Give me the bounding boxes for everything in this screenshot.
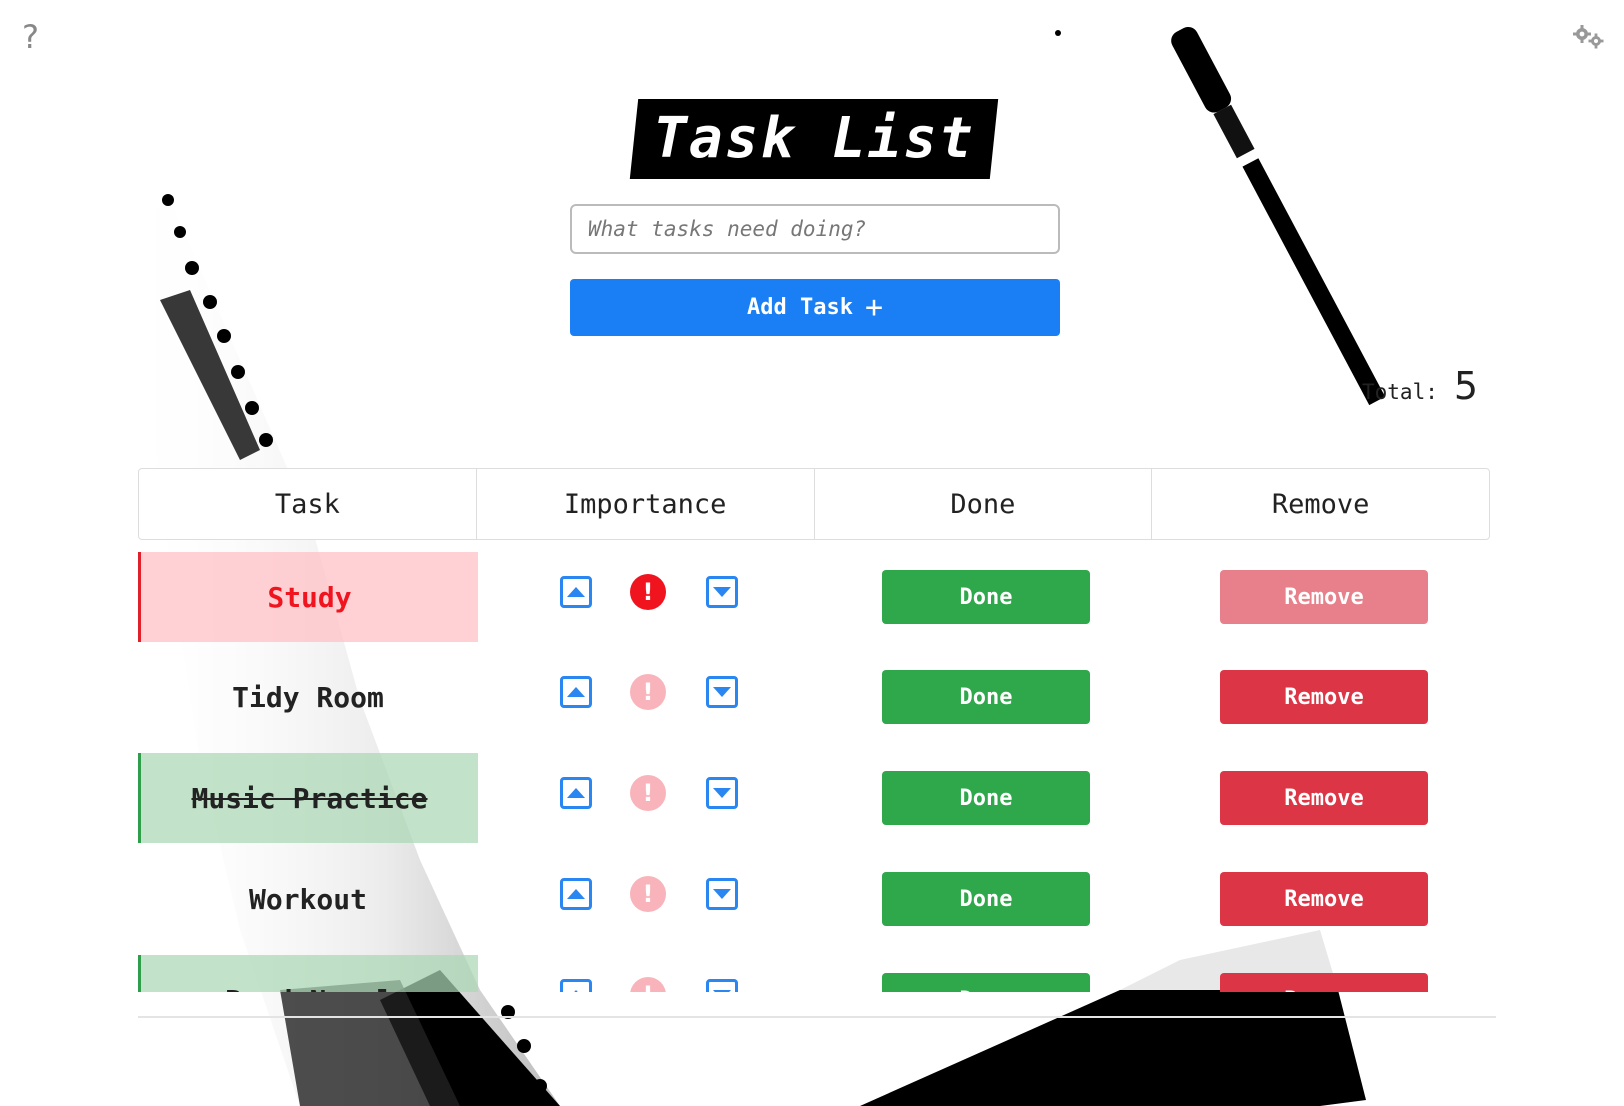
total-count: 5 [1453, 364, 1479, 408]
important-icon[interactable]: ! [630, 674, 666, 710]
raise-importance-button[interactable] [560, 878, 592, 910]
done-button[interactable]: Done [882, 872, 1090, 926]
done-button[interactable]: Done [882, 570, 1090, 624]
page-title: Task List [653, 106, 975, 171]
task-row: Music Practice ! Done Remove [138, 753, 1490, 843]
raise-importance-button[interactable] [560, 777, 592, 809]
task-row: Study ! Done Remove [138, 552, 1490, 642]
header-importance: Importance [477, 469, 815, 539]
add-task-button[interactable]: Add Task + [570, 279, 1060, 336]
done-button[interactable]: Done [882, 771, 1090, 825]
arrow-up-icon [567, 788, 585, 798]
task-total: Total: 5 [1362, 364, 1478, 408]
task-input[interactable] [570, 204, 1060, 254]
divider [138, 1016, 1496, 1018]
done-button[interactable]: Done [882, 973, 1090, 992]
add-task-label: Add Task [746, 295, 853, 320]
plus-icon: + [864, 289, 884, 325]
task-name: Read Novel [138, 955, 478, 992]
important-icon[interactable]: ! [630, 574, 666, 610]
lower-importance-button[interactable] [706, 979, 738, 992]
remove-button[interactable]: Remove [1220, 771, 1428, 825]
task-name: Tidy Room [232, 680, 384, 714]
raise-importance-button[interactable] [560, 676, 592, 708]
header-done: Done [815, 469, 1153, 539]
task-name: Study [138, 552, 478, 642]
remove-button[interactable]: Remove [1220, 973, 1428, 992]
arrow-down-icon [713, 687, 731, 697]
arrow-up-icon [567, 687, 585, 697]
lower-importance-button[interactable] [706, 576, 738, 608]
arrow-down-icon [713, 889, 731, 899]
task-name: Music Practice [138, 753, 478, 843]
gear-icon[interactable] [1572, 24, 1606, 50]
arrow-down-icon [713, 587, 731, 597]
task-list[interactable]: Study ! Done Remove Tidy Room ! Done Rem… [138, 552, 1490, 992]
done-button[interactable]: Done [882, 670, 1090, 724]
remove-button[interactable]: Remove [1220, 872, 1428, 926]
arrow-down-icon [713, 990, 731, 992]
header-remove: Remove [1271, 488, 1370, 520]
task-row: Tidy Room ! Done Remove [138, 652, 1490, 742]
arrow-up-icon [567, 587, 585, 597]
task-name: Workout [248, 882, 367, 916]
task-row: Read Novel ! Done Remove [138, 955, 1490, 992]
lower-importance-button[interactable] [706, 777, 738, 809]
task-row: Workout ! Done Remove [138, 854, 1490, 944]
help-icon[interactable]: ? [22, 18, 39, 56]
raise-importance-button[interactable] [560, 979, 592, 992]
important-icon[interactable]: ! [630, 977, 666, 992]
header-task: Task [139, 469, 477, 539]
raise-importance-button[interactable] [560, 576, 592, 608]
lower-importance-button[interactable] [706, 676, 738, 708]
remove-button[interactable]: Remove [1220, 670, 1428, 724]
remove-button[interactable]: Remove [1220, 570, 1428, 624]
arrow-up-icon [567, 990, 585, 992]
lower-importance-button[interactable] [706, 878, 738, 910]
arrow-down-icon [713, 788, 731, 798]
important-icon[interactable]: ! [630, 775, 666, 811]
important-icon[interactable]: ! [630, 876, 666, 912]
total-label: Total: [1362, 380, 1438, 404]
arrow-up-icon [567, 889, 585, 899]
table-header: Task Importance Done Remove [138, 468, 1490, 540]
